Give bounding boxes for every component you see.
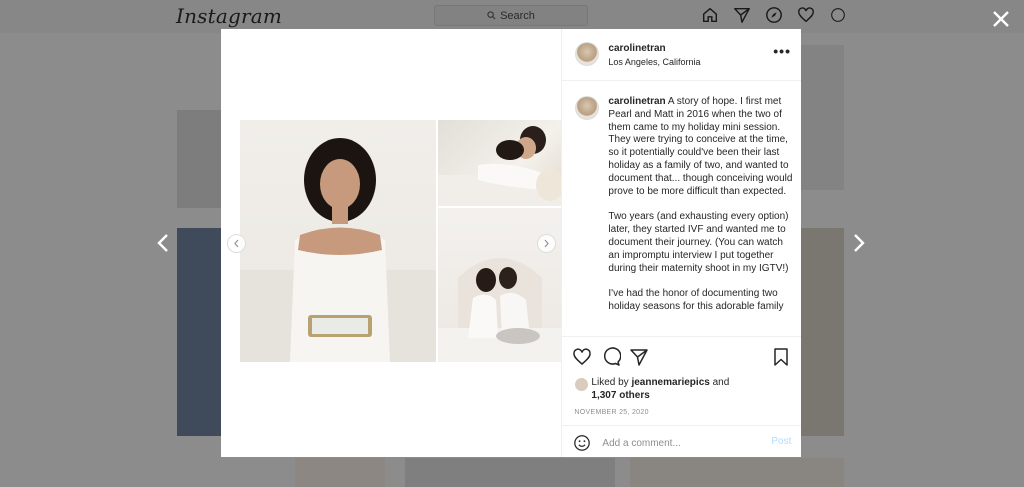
author-avatar[interactable] — [575, 42, 600, 66]
post-comment-button[interactable]: Post — [771, 436, 791, 447]
activity-heart-icon[interactable] — [797, 6, 815, 24]
post-media — [221, 29, 562, 457]
emoji-icon[interactable] — [573, 434, 591, 452]
heart-icon[interactable] — [572, 347, 592, 367]
home-icon[interactable] — [701, 6, 719, 24]
post-location[interactable]: Los Angeles, California — [608, 57, 700, 67]
liked-username[interactable]: jeannemariepics — [631, 377, 709, 388]
send-icon[interactable] — [629, 347, 649, 367]
caption-paragraph: carolinetran A story of hope. I first me… — [608, 96, 794, 198]
chevron-right-icon — [544, 239, 549, 248]
profile-avatar-icon[interactable] — [829, 6, 847, 24]
post-sidebar: carolinetran Los Angeles, California •••… — [561, 29, 802, 458]
post-photo-couple-kiss — [438, 208, 562, 362]
carousel-prev-button[interactable] — [227, 234, 246, 253]
post-modal: carolinetran Los Angeles, California •••… — [221, 29, 802, 458]
post-actions: Liked by jeannemariepics and 1,307 other… — [562, 336, 802, 458]
chevron-right-icon[interactable] — [851, 232, 867, 254]
explore-icon[interactable] — [765, 6, 783, 24]
more-options-button[interactable]: ••• — [773, 43, 791, 59]
bg-grid-tile — [801, 45, 844, 190]
direct-icon[interactable] — [733, 6, 751, 24]
chevron-left-icon[interactable] — [155, 232, 171, 254]
bg-grid-tile — [405, 458, 615, 487]
liked-by-avatar[interactable] — [574, 377, 590, 392]
liked-count[interactable]: 1,307 others — [591, 390, 649, 401]
bookmark-icon[interactable] — [771, 347, 791, 367]
post-date[interactable]: NOVEMBER 25, 2020 — [574, 409, 648, 416]
close-icon[interactable] — [990, 8, 1012, 30]
bg-grid-tile — [177, 228, 221, 436]
caption-text: A story of hope. I first met Pearl and M… — [608, 96, 793, 197]
author-username[interactable]: carolinetran — [608, 43, 665, 54]
bg-grid-tile — [630, 458, 844, 487]
bg-grid-tile — [295, 458, 385, 487]
bg-grid-tile — [801, 228, 844, 436]
caption-paragraph: I've had the honor of documenting two ho… — [608, 288, 784, 313]
post-header: carolinetran Los Angeles, California ••• — [562, 29, 801, 81]
comment-bar: Post — [562, 425, 802, 458]
caption-author-avatar[interactable] — [575, 96, 600, 120]
search-box[interactable]: Search — [434, 5, 588, 26]
liked-prefix: Liked by — [591, 377, 629, 388]
caption-username[interactable]: carolinetran — [608, 96, 665, 107]
chevron-left-icon — [234, 239, 239, 248]
instagram-logo[interactable]: Instagram — [176, 4, 282, 28]
post-photo-main — [240, 120, 436, 362]
search-placeholder: Search — [500, 9, 535, 22]
carousel-next-button[interactable] — [537, 234, 556, 253]
nav-icons — [701, 6, 847, 24]
liked-and: and — [712, 377, 730, 388]
search-icon — [487, 11, 496, 20]
post-photo-couple-bed — [438, 120, 562, 206]
comment-icon[interactable] — [601, 347, 622, 367]
bg-grid-tile — [177, 110, 221, 208]
liked-by-summary[interactable]: Liked by jeannemariepics and 1,307 other… — [591, 377, 791, 402]
caption-paragraph: Two years (and exhausting every option) … — [608, 211, 789, 274]
post-caption: carolinetran A story of hope. I first me… — [608, 96, 794, 336]
comment-input[interactable] — [602, 435, 753, 451]
